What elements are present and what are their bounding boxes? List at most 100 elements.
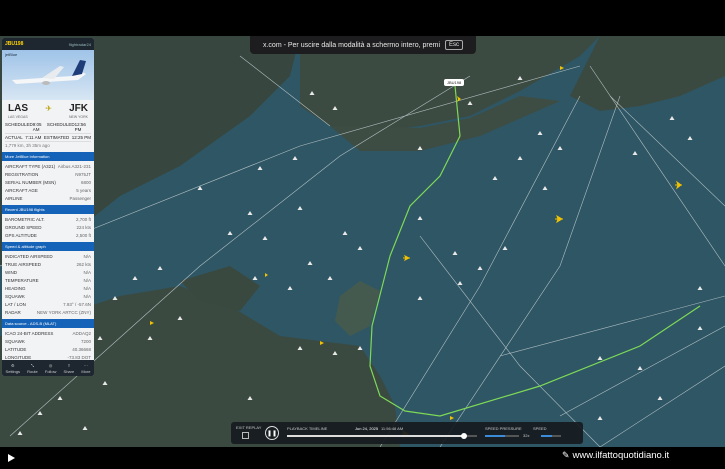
destination-city: NEW YORK [69,115,88,119]
info-row: BAROMETRIC ALT. 2,700 ft [5,215,91,223]
info-value: -73.83 DOT [67,354,91,360]
fullscreen-toast: x.com - Per uscire dalla modalità a sche… [250,36,476,54]
more-icon: ⋯ [83,362,88,368]
plane-icon: ✈ [45,104,52,113]
volume-fill [541,435,552,437]
info-row: TRUE AIRSPEED 262 kts [5,260,91,268]
pen-icon: ✎ [562,450,570,460]
video-top-bar [0,0,725,36]
time-value: 12:25 PM [71,135,91,140]
timeline-slider[interactable] [287,433,477,439]
info-value: Passenger [69,195,91,201]
info-key: TEMPERATURE [5,277,39,283]
info-value: N/A [83,253,91,259]
info-row: LATITUDE 40.36668 [5,345,91,353]
footer-share-button[interactable]: ⇪ Share [64,363,75,374]
section-rows: ICAO 24-BIT ADDRESS ADDAQ2 SQUAWK 7200 LATIT… [2,328,94,362]
info-row: INDICATED AIRSPEED N/A [5,252,91,260]
section-header[interactable]: Data source - ADS-B (MLAT) [2,319,94,328]
exit-replay-button[interactable] [242,432,249,439]
footer-label: Settings [5,368,20,374]
exit-replay-label: EXIT REPLAY [236,425,262,430]
times-row: ACTUAL 7:11 AM ESTIMATED 12:25 PM [5,134,91,142]
info-key: LATITUDE [5,346,27,352]
gear-icon: ⚙ [10,362,15,368]
playback-bar: EXIT REPLAY ❚❚ PLAYBACK TIMELINE Jun 24,… [231,422,583,444]
selected-flight-label[interactable]: JBU198 [444,79,465,86]
info-row: LAT / LON 7.93° / -57.6N [5,300,91,308]
info-value: N/A [83,269,91,275]
target-icon: ◎ [48,362,53,368]
info-value: 6800 [80,179,91,185]
aircraft-photo[interactable]: jetBlue [2,50,94,100]
info-key: INDICATED AIRSPEED [5,253,53,259]
info-key: REGISTRATION [5,171,39,177]
footer-route-button[interactable]: ⤡ Route [27,363,38,374]
info-row: ICAO 24-BIT ADDRESS ADDAQ2 [5,329,91,337]
time-label: SCHEDULED [46,122,75,127]
origin-code[interactable]: LAS [8,103,28,114]
info-value: 2,700 ft [75,216,91,222]
info-key: AIRCRAFT AGE [5,187,38,193]
speed-slider[interactable] [485,435,519,437]
info-key: LONGITUDE [5,354,32,360]
times-table: SCHEDULED 9:05 AM SCHEDULED 12:56 PM ACT… [2,119,94,150]
section-header[interactable]: More JetBlue information [2,152,94,161]
timeline-knob[interactable] [460,433,467,439]
info-key: RADAR [5,309,21,315]
info-key: AIRLINE [5,195,23,201]
section-rows: AIRCRAFT TYPE (A321) Airbus A321-231 REGIS… [2,161,94,203]
footer-settings-button[interactable]: ⚙ Settings [6,363,20,374]
route-icon: ⤡ [30,362,35,368]
map-canvas[interactable] [0,36,725,447]
info-value: N/A [83,285,91,291]
info-key: ICAO 24-BIT ADDRESS [5,330,54,336]
info-key: AIRCRAFT TYPE (A321) [5,163,56,169]
info-value: 2,500 ft [75,232,91,238]
destination-code[interactable]: JFK [69,103,88,114]
footer-label: Follow [44,368,57,374]
section-rows: INDICATED AIRSPEED N/A TRUE AIRSPEED 262 kt… [2,251,94,317]
progress-note: 1,779 km, 3h 35m ago [5,143,50,148]
info-row: AIRCRAFT TYPE (A321) Airbus A321-231 [5,162,91,170]
time-label: ACTUAL [5,135,23,140]
info-value: NEW YORK ARTCC (ZNY) [36,309,91,315]
route-row: LAS ✈ JFK [2,100,94,115]
info-value: N975JT [75,171,91,177]
section-header[interactable]: Speed & altitude graph [2,242,94,251]
info-key: SERIAL NUMBER (MSN) [5,179,56,185]
info-key: SQUAWK [5,293,25,299]
watermark-text: www.ilfattoquotidiano.it [572,450,670,461]
info-key: WIND [5,269,17,275]
volume-label: SPEED [533,426,547,431]
info-value: 7.93° / -57.6N [63,301,91,307]
flight-map[interactable]: JBU198 [0,36,725,447]
footer-follow-button[interactable]: ◎ Follow [45,363,57,374]
callsign: JBU198 [5,41,24,47]
panel-footer: ⚙ Settings ⤡ Route ◎ Follow ⇪ Share ⋯ More [2,360,94,376]
playback-date: Jun 24, 2025 [355,426,379,431]
section-rows: BAROMETRIC ALT. 2,700 ft GROUND SPEED 224 k… [2,214,94,240]
info-row: HEADING N/A [5,284,91,292]
pause-button[interactable]: ❚❚ [265,426,279,440]
brand-tag: flightradar24 [68,41,91,47]
volume-slider[interactable] [541,435,561,437]
video-play-button[interactable] [8,454,15,462]
footer-more-button[interactable]: ⋯ More [81,363,90,374]
share-icon: ⇪ [67,362,71,368]
info-key: BAROMETRIC ALT. [5,216,45,222]
footer-label: More [81,368,91,374]
info-value: 224 kts [76,224,91,230]
toast-text: x.com - Per uscire dalla modalità a sche… [262,41,440,49]
info-row: AIRLINE Passenger [5,194,91,202]
info-row: REGISTRATION N975JT [5,170,91,178]
info-key: HEADING [5,285,26,291]
info-value: 7200 [80,338,91,344]
origin-city: LAS VEGAS [8,115,28,119]
info-row: TEMPERATURE N/A [5,276,91,284]
times-row: SCHEDULED 9:05 AM SCHEDULED 12:56 PM [5,121,91,134]
section-header[interactable]: Recent JBU198 flights [2,205,94,214]
info-value: Airbus A321-231 [57,163,91,169]
speed-label: SPEED PRESSURE [485,426,522,431]
info-key: GROUND SPEED [5,224,42,230]
